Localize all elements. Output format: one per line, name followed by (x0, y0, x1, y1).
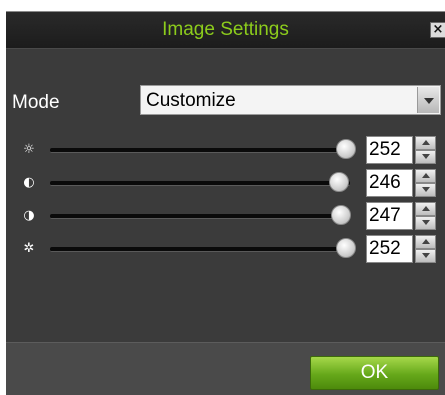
hue-icon: ✲ (23, 241, 35, 256)
saturation-increment-button[interactable] (415, 202, 436, 216)
contrast-row: ◐ 246 (6, 167, 445, 197)
contrast-value[interactable]: 246 (366, 169, 413, 197)
title-bar: Image Settings × (6, 12, 445, 49)
saturation-slider-track[interactable] (50, 214, 350, 219)
chevron-down-icon[interactable] (417, 87, 439, 113)
mode-select[interactable]: Customize (140, 85, 441, 115)
dialog-footer: OK (6, 342, 445, 395)
hue-value[interactable]: 252 (366, 235, 413, 263)
contrast-slider-track[interactable] (50, 181, 350, 186)
mode-label: Mode (12, 92, 60, 113)
brightness-value[interactable]: 252 (366, 136, 413, 164)
image-settings-dialog: Image Settings × Mode Customize ☼ 252 ◐ … (6, 11, 445, 395)
saturation-slider-thumb[interactable] (330, 205, 351, 225)
mode-value: Customize (146, 90, 236, 111)
hue-decrement-button[interactable] (415, 249, 436, 263)
contrast-slider-thumb[interactable] (329, 172, 350, 192)
hue-row: ✲ 252 (6, 233, 445, 263)
ok-button[interactable]: OK (310, 356, 439, 390)
dialog-title: Image Settings (162, 19, 289, 40)
brightness-decrement-button[interactable] (415, 150, 436, 164)
contrast-icon: ◐ (23, 175, 35, 190)
close-icon[interactable]: × (430, 22, 445, 38)
hue-slider-track[interactable] (50, 247, 350, 252)
saturation-row: ◑ 247 (6, 200, 445, 230)
saturation-icon: ◑ (23, 208, 35, 223)
saturation-value[interactable]: 247 (366, 202, 413, 230)
hue-slider-thumb[interactable] (336, 238, 357, 258)
brightness-slider-track[interactable] (50, 148, 350, 153)
saturation-decrement-button[interactable] (415, 216, 436, 230)
brightness-increment-button[interactable] (415, 136, 436, 150)
contrast-increment-button[interactable] (415, 169, 436, 183)
contrast-decrement-button[interactable] (415, 183, 436, 197)
brightness-row: ☼ 252 (6, 134, 445, 164)
brightness-icon: ☼ (23, 142, 35, 157)
brightness-slider-thumb[interactable] (336, 139, 357, 159)
hue-increment-button[interactable] (415, 235, 436, 249)
